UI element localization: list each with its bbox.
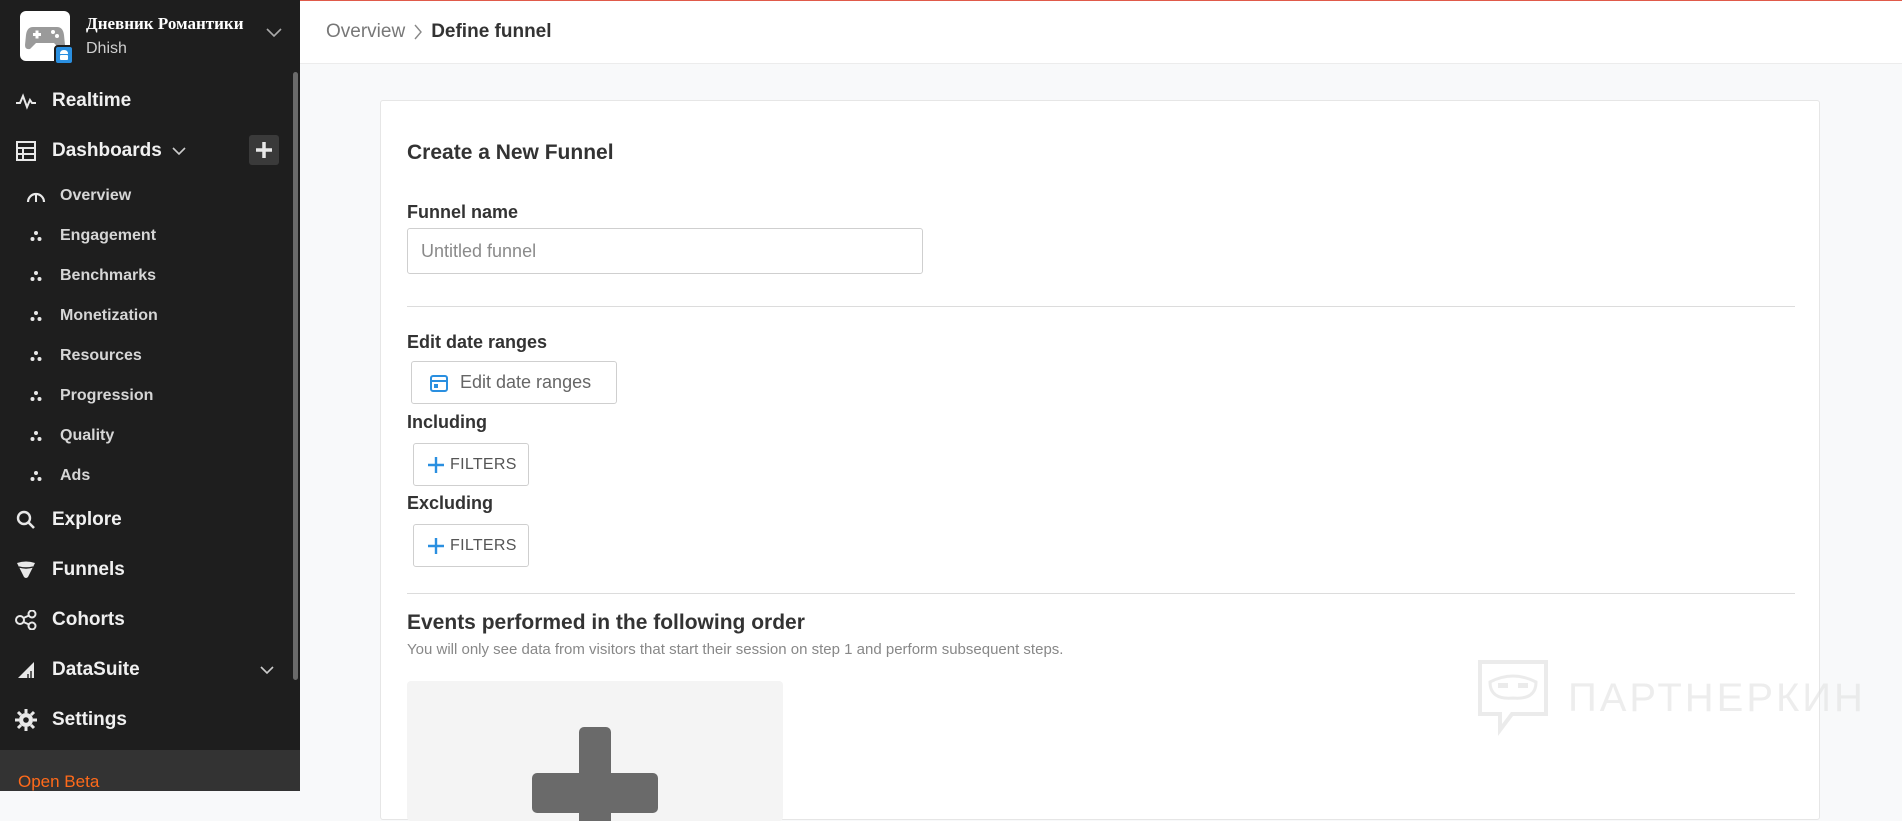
edit-date-ranges-button[interactable]: Edit date ranges	[411, 361, 617, 404]
funnel-name-input[interactable]	[407, 228, 923, 274]
add-step-button[interactable]	[407, 681, 783, 821]
dots-icon	[30, 471, 42, 481]
sidebar-subitem-label: Ads	[60, 467, 91, 484]
chevron-down-icon	[266, 28, 282, 38]
sidebar-item-realtime[interactable]: Realtime	[0, 83, 294, 119]
sidebar-subitem-label: Resources	[60, 347, 142, 364]
sidebar-item-cohorts[interactable]: Cohorts	[0, 602, 294, 638]
filters-label: FILTERS	[450, 455, 517, 473]
including-label: Including	[407, 412, 487, 432]
app-name: Дневник Романтики	[86, 14, 244, 33]
sidebar-item-label: Settings	[52, 709, 127, 730]
android-icon	[60, 50, 68, 60]
excluding-label: Excluding	[407, 493, 494, 513]
sidebar-subitem-label: Monetization	[60, 307, 158, 324]
app-logo	[20, 11, 74, 65]
sidebar-subitem-label: Overview	[60, 187, 132, 204]
dots-icon	[30, 351, 42, 361]
sidebar-item-settings[interactable]: Settings	[0, 702, 294, 738]
sidebar-subitem-ads[interactable]: Ads	[0, 461, 294, 491]
dots-icon	[30, 231, 42, 241]
plus-icon	[428, 537, 444, 554]
chevron-right-icon	[413, 24, 423, 40]
calendar-icon	[430, 374, 448, 392]
dots-icon	[30, 431, 42, 441]
sidebar-subitem-label: Engagement	[60, 227, 157, 244]
app-switcher[interactable]: Дневник Романтики Dhish	[0, 0, 300, 72]
divider	[407, 306, 1795, 307]
pulse-icon	[16, 93, 36, 110]
sidebar-item-datasuite[interactable]: DataSuite	[0, 652, 294, 688]
sidebar-subitem-resources[interactable]: Resources	[0, 341, 294, 371]
sidebar: Дневник Романтики Dhish Realtime Dashboa…	[0, 0, 300, 791]
funnel-name-label: Funnel name	[407, 202, 519, 222]
watermark: ПАРТНЕРКИН	[1476, 658, 1866, 738]
sidebar-subitem-label: Quality	[60, 427, 115, 444]
sidebar-item-explore[interactable]: Explore	[0, 502, 294, 538]
chevron-down-icon	[260, 665, 274, 674]
app-user: Dhish	[86, 40, 127, 57]
table-grid-icon	[16, 141, 36, 161]
date-range-label: Edit date ranges	[407, 332, 548, 352]
breadcrumb: Overview Define funnel	[300, 0, 1902, 64]
sidebar-subitem-engagement[interactable]: Engagement	[0, 221, 294, 251]
edit-date-ranges-label: Edit date ranges	[460, 372, 592, 392]
sidebar-subitem-overview[interactable]: Overview	[0, 181, 294, 211]
gauge-icon	[26, 192, 46, 203]
sidebar-subitem-label: Benchmarks	[60, 267, 157, 284]
sidebar-subitem-monetization[interactable]: Monetization	[0, 301, 294, 331]
sidebar-item-label: Realtime	[52, 90, 132, 111]
search-icon	[16, 510, 35, 529]
chat-mask-icon	[1478, 660, 1548, 736]
including-filters-button[interactable]: FILTERS	[413, 443, 529, 486]
plus-icon	[428, 456, 444, 473]
add-dashboard-button[interactable]	[249, 135, 279, 165]
excluding-filters-button[interactable]: FILTERS	[413, 524, 529, 567]
filters-label: FILTERS	[450, 536, 517, 554]
sidebar-item-label: Funnels	[52, 559, 125, 580]
dots-icon	[30, 271, 42, 281]
events-section-description: You will only see data from visitors tha…	[407, 641, 1064, 658]
sidebar-item-label: Explore	[52, 509, 122, 530]
events-section-title: Events performed in the following order	[407, 611, 805, 634]
dots-icon	[30, 391, 42, 401]
sidebar-subitem-label: Progression	[60, 387, 154, 404]
sidebar-item-label: Dashboards	[52, 140, 162, 161]
plus-icon	[256, 142, 272, 158]
android-badge	[54, 45, 74, 65]
dots-icon	[30, 311, 42, 321]
plus-icon-bar	[532, 773, 658, 813]
sidebar-item-label: DataSuite	[52, 659, 140, 680]
chevron-down-icon	[172, 146, 186, 155]
watermark-text: ПАРТНЕРКИН	[1568, 675, 1866, 720]
divider	[407, 593, 1795, 594]
open-beta-link[interactable]: Open Beta	[0, 750, 300, 791]
breadcrumb-overview-link[interactable]: Overview	[326, 21, 405, 43]
funnel-icon	[17, 561, 35, 578]
card-title: Create a New Funnel	[407, 141, 614, 164]
sidebar-subitem-benchmarks[interactable]: Benchmarks	[0, 261, 294, 291]
share-nodes-icon	[15, 610, 37, 630]
sidebar-item-funnels[interactable]: Funnels	[0, 552, 294, 588]
gear-icon	[15, 709, 37, 731]
ruler-triangle-icon	[18, 662, 34, 678]
sidebar-subitem-progression[interactable]: Progression	[0, 381, 294, 411]
page-title: Define funnel	[431, 21, 552, 42]
sidebar-item-label: Cohorts	[52, 609, 125, 630]
sidebar-subitem-quality[interactable]: Quality	[0, 421, 294, 451]
